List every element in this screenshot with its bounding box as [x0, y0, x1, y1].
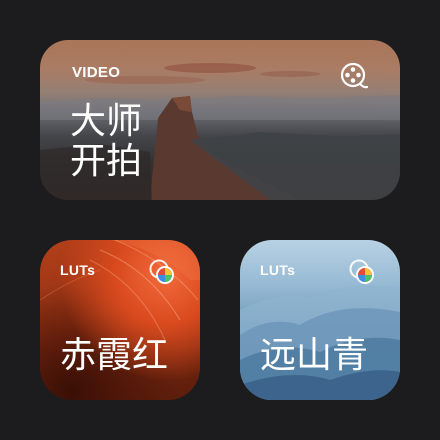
lut-red-tag: LUTs	[60, 262, 96, 278]
video-title-line2: 开拍	[70, 141, 143, 182]
color-palette-icon	[349, 259, 374, 284]
lut-blue-widget[interactable]: LUTs 远山青	[240, 240, 400, 400]
film-reel-icon	[340, 62, 368, 89]
video-title-line1: 大师	[70, 101, 143, 142]
video-tag: VIDEO	[72, 64, 121, 81]
lut-red-title: 赤霞红	[60, 335, 169, 376]
lut-blue-title: 远山青	[260, 335, 369, 376]
color-palette-icon	[149, 259, 174, 284]
lut-red-widget[interactable]: LUTs 赤霞红	[40, 240, 200, 400]
video-widget[interactable]: VIDEO 大师 开拍	[40, 40, 400, 200]
lut-blue-tag: LUTs	[260, 262, 296, 278]
video-title: 大师 开拍	[70, 102, 142, 182]
widget-panel: VIDEO 大师 开拍 LUTs 赤霞红 LUTs 远山青	[0, 0, 440, 440]
